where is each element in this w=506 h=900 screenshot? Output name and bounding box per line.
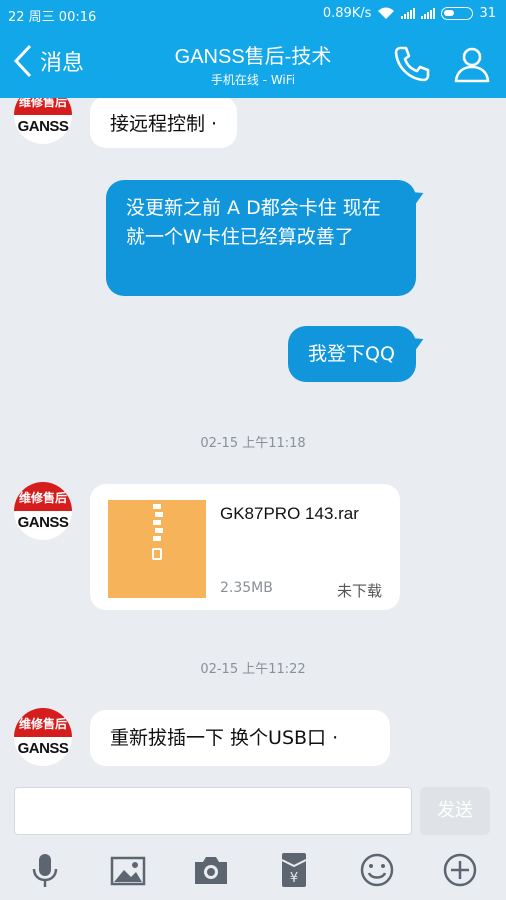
archive-file-icon: [108, 500, 206, 598]
message-text: 没更新之前 A D都会卡住 现在就一个W卡住已经算改善了: [126, 197, 381, 248]
avatar-bottom-text: GANSS: [17, 514, 69, 531]
image-icon[interactable]: [108, 850, 148, 890]
svg-text:¥: ¥: [290, 871, 298, 886]
chat-header: 消息 GANSS售后-技术 手机在线 - WiFi: [0, 28, 506, 98]
chat-title: GANSS售后-技术: [174, 46, 332, 68]
download-status[interactable]: 未下载: [337, 580, 382, 601]
file-message[interactable]: GK87PRO 143.rar 2.35MB 未下载: [90, 484, 400, 610]
avatar-bottom-text: GANSS: [17, 740, 69, 757]
message-bubble-incoming[interactable]: 接远程控制 ·: [90, 98, 238, 148]
avatar[interactable]: 维修售后 GANSS: [14, 708, 72, 766]
avatar[interactable]: 维修售后 GANSS: [14, 482, 72, 540]
battery-icon: [441, 7, 474, 20]
phone-icon[interactable]: [392, 44, 432, 84]
person-icon[interactable]: [452, 44, 492, 84]
timestamp: 02-15 上午11:22: [200, 662, 306, 677]
back-label: 消息: [40, 51, 85, 76]
avatar-bottom-text: GANSS: [17, 118, 69, 135]
camera-icon[interactable]: [191, 850, 231, 890]
avatar-top-text: 维修售后: [14, 482, 72, 511]
file-size: 2.35MB: [220, 580, 273, 596]
online-status: 手机在线 - WiFi: [210, 73, 296, 87]
signal-icon: [401, 8, 416, 19]
input-toolbar: ¥: [0, 842, 506, 900]
message-text: 我登下QQ: [308, 343, 395, 365]
back-button[interactable]: 消息: [12, 44, 84, 78]
network-speed: 0.89K/s: [322, 6, 372, 21]
chat-area[interactable]: 维修售后 GANSS 接远程控制 · 没更新之前 A D都会卡住 现在就一个W卡…: [0, 98, 506, 778]
timestamp: 02-15 上午11:18: [200, 436, 306, 451]
message-text: 重新拔插一下 换个USB口 ·: [110, 727, 339, 749]
message-bubble-incoming[interactable]: 重新拔插一下 换个USB口 ·: [90, 710, 390, 766]
signal-icon-2: [421, 8, 436, 19]
status-indicators: 0.89K/s 31: [323, 6, 496, 21]
file-name: GK87PRO 143.rar: [220, 504, 359, 523]
message-bubble-outgoing[interactable]: 没更新之前 A D都会卡住 现在就一个W卡住已经算改善了: [106, 180, 416, 296]
wifi-icon: [378, 7, 395, 19]
mic-icon[interactable]: [25, 850, 65, 890]
avatar-top-text: 维修售后: [14, 708, 72, 737]
status-time: 22 周三 00:16: [8, 10, 97, 25]
send-button[interactable]: 发送: [420, 787, 490, 835]
red-packet-icon[interactable]: ¥: [274, 850, 314, 890]
avatar[interactable]: 维修售后 GANSS: [14, 98, 72, 144]
chat-title-area[interactable]: GANSS售后-技术 手机在线 - WiFi: [100, 40, 406, 88]
plus-icon[interactable]: [440, 850, 480, 890]
battery-level: 31: [479, 6, 496, 21]
message-input[interactable]: [14, 787, 412, 835]
avatar-top-text: 维修售后: [14, 98, 72, 115]
chevron-left-icon: [13, 44, 32, 78]
input-bar: 发送: [0, 778, 506, 842]
message-bubble-outgoing[interactable]: 我登下QQ: [288, 326, 416, 382]
message-text: 接远程控制 ·: [110, 113, 218, 135]
emoji-icon[interactable]: [357, 850, 397, 890]
top-bar: 22 周三 00:16 0.89K/s 31 消息 GANSS售后-技术 手机在…: [0, 0, 506, 98]
status-bar: 22 周三 00:16 0.89K/s 31: [0, 0, 506, 28]
